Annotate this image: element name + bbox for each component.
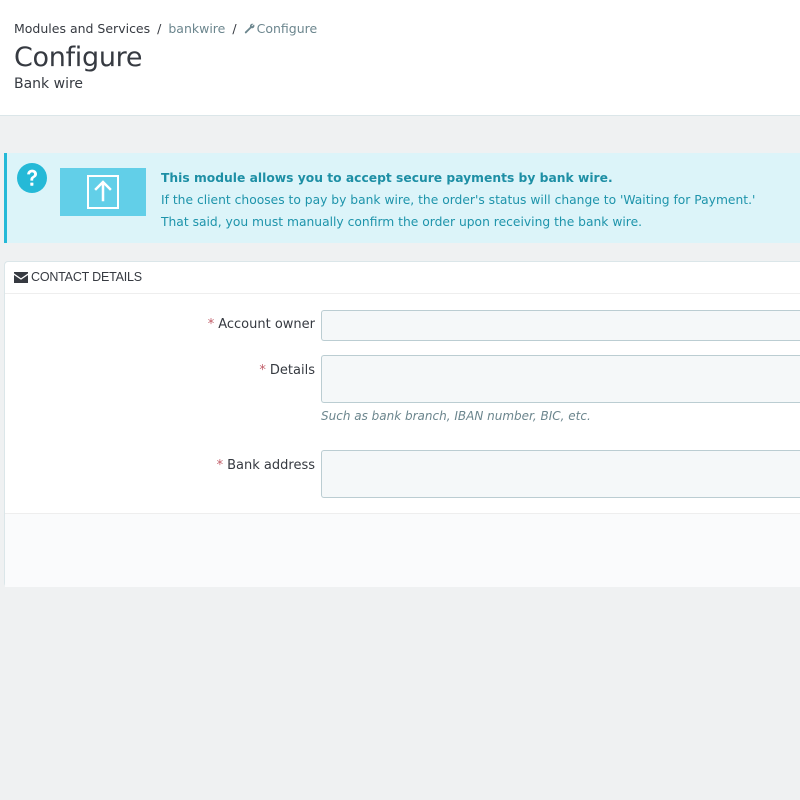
module-logo: [60, 168, 146, 216]
page-title: Configure: [14, 42, 143, 73]
question-circle-icon: [17, 163, 47, 193]
details-label-text: Details: [269, 363, 315, 378]
alert-heading: This module allows you to accept secure …: [161, 171, 613, 185]
account-owner-label-text: Account owner: [218, 317, 315, 332]
bank-address-label: * Bank address: [217, 458, 315, 473]
breadcrumb-bankwire-link[interactable]: bankwire: [168, 21, 225, 36]
breadcrumb-modules-link[interactable]: Modules and Services: [14, 21, 150, 36]
upload-arrow-icon: [87, 175, 119, 209]
contact-details-panel: CONTACT DETAILS * Account owner * Details …: [4, 261, 800, 587]
panel-footer: [5, 513, 800, 587]
required-marker: *: [216, 458, 224, 473]
alert-line-2: That said, you must manually confirm the…: [161, 215, 643, 229]
bank-address-textarea[interactable]: [321, 450, 800, 498]
page-subtitle: Bank wire: [14, 76, 84, 92]
details-textarea[interactable]: [321, 355, 800, 403]
info-alert: This module allows you to accept secure …: [4, 153, 800, 243]
envelope-icon: [14, 272, 28, 283]
panel-title: CONTACT DETAILS: [31, 270, 142, 284]
panel-heading: CONTACT DETAILS: [5, 262, 800, 294]
required-marker: *: [207, 317, 215, 332]
breadcrumb-current: Configure: [244, 21, 318, 36]
bank-address-label-text: Bank address: [227, 458, 315, 473]
breadcrumb: Modules and Services / bankwire / Configure: [14, 21, 317, 37]
account-owner-input[interactable]: [321, 310, 800, 341]
account-owner-label: * Account owner: [208, 317, 315, 332]
breadcrumb-separator: /: [232, 21, 237, 36]
alert-line-1: If the client chooses to pay by bank wir…: [161, 193, 756, 207]
wrench-icon: [244, 23, 255, 34]
breadcrumb-separator: /: [157, 21, 162, 36]
details-label: * Details: [259, 363, 315, 378]
breadcrumb-configure-label: Configure: [256, 21, 318, 36]
page-header: Modules and Services / bankwire / Configure …: [0, 0, 800, 116]
details-help-text: Such as bank branch, IBAN number, BIC, e…: [321, 409, 591, 423]
alert-message: This module allows you to accept secure …: [161, 167, 755, 233]
required-marker: *: [259, 363, 266, 378]
